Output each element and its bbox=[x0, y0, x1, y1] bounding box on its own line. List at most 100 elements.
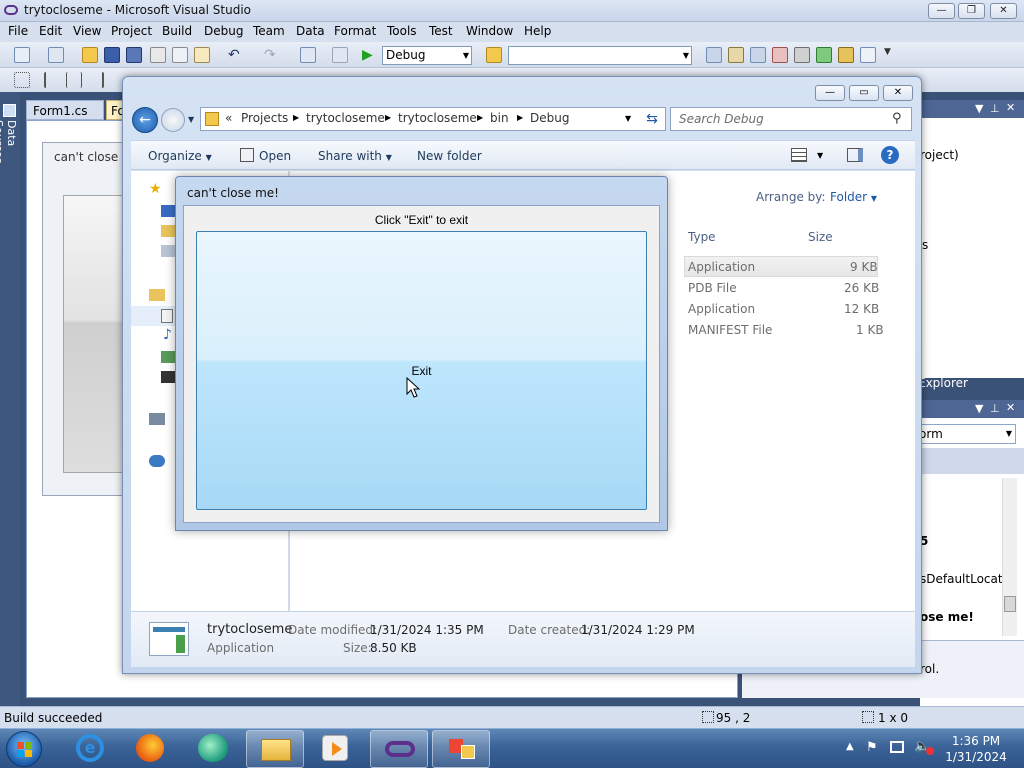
object-browser-icon[interactable] bbox=[750, 47, 766, 63]
solution-explorer-icon[interactable] bbox=[706, 47, 722, 63]
properties-object-combo[interactable]: orm ▼ bbox=[916, 424, 1016, 444]
menu-project[interactable]: Project bbox=[111, 24, 152, 38]
paste-icon[interactable] bbox=[194, 47, 210, 63]
close-icon[interactable]: ✕ bbox=[1006, 401, 1015, 414]
desktop-icon[interactable] bbox=[161, 205, 175, 217]
column-header-type[interactable]: Type bbox=[688, 230, 716, 244]
app-icon[interactable] bbox=[198, 734, 228, 762]
solution-explorer-tab[interactable]: Explorer bbox=[918, 376, 968, 390]
file-type[interactable]: Application bbox=[688, 302, 755, 316]
computer-icon[interactable] bbox=[149, 413, 165, 425]
command-window-icon[interactable] bbox=[860, 47, 876, 63]
breadcrumb-separator-icon[interactable]: ▶ bbox=[517, 113, 523, 122]
data-sources-tab[interactable]: Data Sources bbox=[0, 120, 18, 190]
back-button[interactable]: ← bbox=[132, 107, 158, 133]
align-lefts-icon[interactable] bbox=[44, 72, 60, 88]
start-button[interactable] bbox=[6, 731, 42, 767]
align-rights-icon[interactable] bbox=[88, 72, 104, 88]
breadcrumb-separator-icon[interactable]: ▶ bbox=[293, 113, 299, 122]
pane-menu-icon[interactable]: ▼ bbox=[975, 402, 983, 415]
downloads-icon[interactable] bbox=[161, 225, 175, 237]
save-icon[interactable] bbox=[104, 47, 120, 63]
recent-places-icon[interactable] bbox=[161, 245, 175, 257]
solution-configuration-combo[interactable]: Debug ▼ bbox=[382, 46, 472, 65]
tools-icon[interactable] bbox=[794, 47, 810, 63]
file-type[interactable]: MANIFEST File bbox=[688, 323, 772, 337]
exit-button[interactable]: Exit bbox=[196, 231, 647, 510]
refresh-icon[interactable]: ⇆ bbox=[640, 108, 664, 130]
open-button[interactable]: Open bbox=[259, 149, 291, 163]
taskbar-trytocloseme-button[interactable] bbox=[432, 730, 490, 768]
vs-restore-button[interactable]: ❐ bbox=[958, 3, 985, 19]
help-icon[interactable]: ? bbox=[881, 146, 899, 164]
action-center-flag-icon[interactable]: ⚑ bbox=[866, 740, 878, 755]
menu-format[interactable]: Format bbox=[334, 24, 376, 38]
menu-edit[interactable]: Edit bbox=[39, 24, 62, 38]
save-all-icon[interactable] bbox=[126, 47, 142, 63]
libraries-icon[interactable] bbox=[149, 289, 165, 301]
properties-window-icon[interactable] bbox=[728, 47, 744, 63]
network-icon[interactable] bbox=[149, 455, 165, 467]
breadcrumb-trytocloseme[interactable]: trytocloseme bbox=[306, 111, 385, 125]
cut-icon[interactable] bbox=[150, 47, 166, 63]
menu-tools[interactable]: Tools bbox=[387, 24, 417, 38]
add-item-icon[interactable] bbox=[48, 47, 64, 63]
pin-icon[interactable]: ⊥ bbox=[990, 102, 1000, 115]
column-header-size[interactable]: Size bbox=[808, 230, 833, 244]
close-icon[interactable]: ✕ bbox=[1006, 101, 1015, 114]
media-player-icon[interactable] bbox=[322, 735, 348, 761]
toolbar-overflow-icon[interactable]: ▼ bbox=[884, 47, 900, 63]
menu-help[interactable]: Help bbox=[524, 24, 551, 38]
search-icon[interactable]: ⚲ bbox=[892, 111, 902, 126]
file-type[interactable]: PDB File bbox=[688, 281, 737, 295]
show-hidden-icons-icon[interactable]: ▲ bbox=[846, 741, 854, 752]
forward-button[interactable] bbox=[161, 108, 185, 132]
property-row[interactable]: sDefaultLocati bbox=[920, 572, 1006, 586]
breadcrumb-bin[interactable]: bin bbox=[490, 111, 509, 125]
menu-data[interactable]: Data bbox=[296, 24, 325, 38]
menu-window[interactable]: Window bbox=[466, 24, 513, 38]
find-combo[interactable]: ▼ bbox=[508, 46, 692, 65]
menu-build[interactable]: Build bbox=[162, 24, 192, 38]
explorer-minimize-button[interactable]: — bbox=[815, 85, 845, 101]
menu-test[interactable]: Test bbox=[429, 24, 453, 38]
documents-icon[interactable] bbox=[161, 309, 173, 323]
pictures-icon[interactable] bbox=[161, 351, 175, 363]
preview-pane-icon[interactable] bbox=[847, 148, 863, 162]
taskbar-clock[interactable]: 1:36 PM 1/31/2024 bbox=[938, 733, 1014, 765]
menu-debug[interactable]: Debug bbox=[204, 24, 243, 38]
music-icon[interactable]: ♪ bbox=[163, 327, 172, 343]
menu-view[interactable]: View bbox=[73, 24, 101, 38]
designer-exit-button[interactable] bbox=[63, 195, 123, 473]
network-tray-icon[interactable] bbox=[890, 741, 904, 753]
menu-file[interactable]: File bbox=[8, 24, 28, 38]
align-to-grid-icon[interactable] bbox=[14, 72, 30, 88]
server-explorer-icon[interactable] bbox=[3, 104, 16, 117]
undo-icon[interactable]: ↶ bbox=[228, 47, 244, 63]
breadcrumb-overflow[interactable]: « bbox=[225, 111, 232, 125]
arrange-by-dropdown[interactable]: Folder ▼ bbox=[830, 190, 877, 204]
align-centers-icon[interactable] bbox=[66, 72, 82, 88]
properties-scrollbar[interactable] bbox=[1002, 478, 1017, 636]
property-row[interactable]: ose me! bbox=[920, 610, 974, 624]
share-with-button[interactable]: Share with ▼ bbox=[318, 149, 392, 163]
start-page-icon[interactable] bbox=[816, 47, 832, 63]
find-in-files-icon[interactable] bbox=[486, 47, 502, 63]
scrollbar-thumb[interactable] bbox=[1004, 596, 1016, 612]
breadcrumb-separator-icon[interactable]: ▶ bbox=[477, 113, 483, 122]
taskbar-explorer-button[interactable] bbox=[246, 730, 304, 768]
navigate-backward-icon[interactable] bbox=[300, 47, 316, 63]
view-options-chevron-icon[interactable]: ▼ bbox=[817, 151, 823, 160]
open-file-icon[interactable] bbox=[82, 47, 98, 63]
videos-icon[interactable] bbox=[161, 371, 175, 383]
address-history-chevron-icon[interactable]: ▼ bbox=[625, 114, 631, 123]
menu-team[interactable]: Team bbox=[253, 24, 285, 38]
start-debugging-icon[interactable]: ▶ bbox=[362, 47, 378, 63]
toolbox-icon[interactable] bbox=[772, 47, 788, 63]
pane-menu-icon[interactable]: ▼ bbox=[975, 102, 983, 115]
organize-button[interactable]: Organize ▼ bbox=[148, 149, 212, 163]
tab-form1-cs[interactable]: Form1.cs bbox=[26, 100, 104, 120]
breadcrumb-projects[interactable]: Projects bbox=[241, 111, 288, 125]
internet-explorer-icon[interactable]: e bbox=[76, 734, 104, 762]
redo-icon[interactable]: ↷ bbox=[264, 47, 280, 63]
